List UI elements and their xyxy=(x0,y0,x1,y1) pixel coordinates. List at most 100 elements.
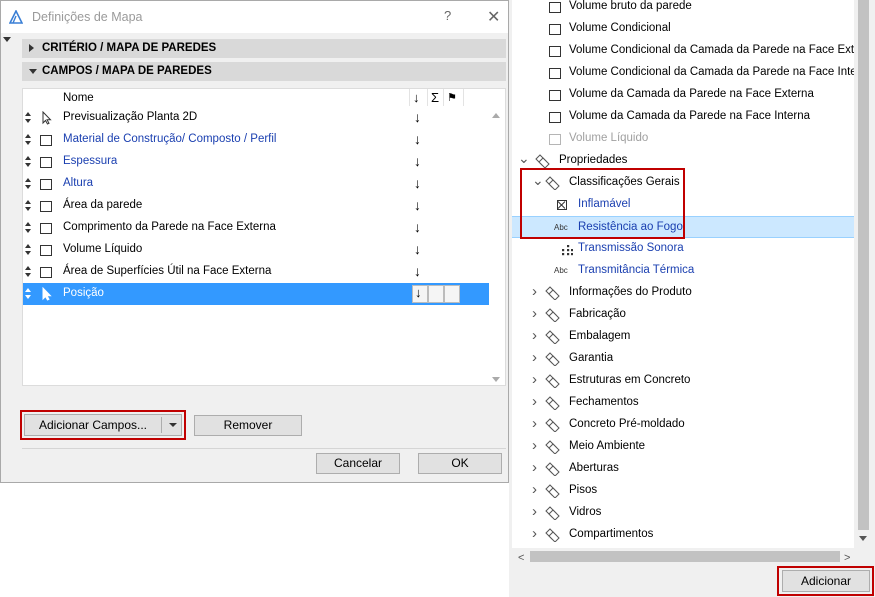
tag-icon xyxy=(545,396,560,410)
tree-item[interactable]: Abc Transmitância Térmica xyxy=(512,260,854,282)
checkbox-icon xyxy=(40,179,52,190)
drag-handle-icon[interactable] xyxy=(25,243,32,257)
sort-arrow-icon[interactable]: ↓ xyxy=(414,241,421,257)
ok-button[interactable]: OK xyxy=(418,453,502,474)
tree-item-label: Propriedades xyxy=(559,154,628,166)
row-label: Material de Construção/ Composto / Perfi… xyxy=(63,133,277,145)
section-campos[interactable]: CAMPOS / MAPA DE PAREDES xyxy=(22,62,506,81)
table-row[interactable]: Área da parede ↓ xyxy=(23,195,489,217)
scroll-thumb[interactable] xyxy=(858,0,869,530)
chevron-right-icon[interactable]: › xyxy=(532,393,537,410)
tree-item-label: Estruturas em Concreto xyxy=(569,374,691,386)
tag-icon xyxy=(545,352,560,366)
sort-arrow-icon[interactable]: ↓ xyxy=(414,109,421,125)
table-row[interactable]: Volume Líquido ↓ xyxy=(23,239,489,261)
scroll-down-icon[interactable] xyxy=(492,377,500,382)
chevron-right-icon[interactable]: › xyxy=(532,371,537,388)
tree-item[interactable]: › Garantia xyxy=(512,348,854,370)
tree-item[interactable]: Volume da Camada da Parede na Face Exter… xyxy=(512,84,854,106)
tree-item[interactable]: Volume Líquido xyxy=(512,128,854,150)
sum-toggle[interactable] xyxy=(428,285,444,303)
scroll-right-icon[interactable]: > xyxy=(844,552,850,564)
tree-item[interactable]: › Aberturas xyxy=(512,458,854,480)
tree-item[interactable]: › Estruturas em Concreto xyxy=(512,370,854,392)
tree-item[interactable]: Volume Condicional xyxy=(512,18,854,40)
tree-item[interactable]: › Meio Ambiente xyxy=(512,436,854,458)
drag-handle-icon[interactable] xyxy=(25,111,32,125)
help-button[interactable]: ? xyxy=(444,8,451,23)
tree-item[interactable]: › Vidros xyxy=(512,502,854,524)
tree-item[interactable]: Volume bruto da parede xyxy=(512,0,854,18)
column-name[interactable]: Nome xyxy=(63,92,94,104)
tag-icon xyxy=(545,484,560,498)
remove-button[interactable]: Remover xyxy=(194,415,302,436)
table-row[interactable]: Material de Construção/ Composto / Perfi… xyxy=(23,129,489,151)
chevron-right-icon[interactable]: › xyxy=(532,327,537,344)
table-row[interactable]: Área de Superfícies Útil na Face Externa… xyxy=(23,261,489,283)
column-divider xyxy=(443,89,444,106)
drag-handle-icon[interactable] xyxy=(25,199,32,213)
chevron-down-icon[interactable]: ⌄ xyxy=(518,150,530,167)
sort-arrow-icon[interactable]: ↓ xyxy=(414,263,421,279)
tree-item[interactable]: › Informações do Produto xyxy=(512,282,854,304)
sort-arrow-icon[interactable]: ↓ xyxy=(414,197,421,213)
panel-collapse-icon[interactable] xyxy=(3,37,11,42)
tree-item-label: Fabricação xyxy=(569,308,626,320)
sort-arrow-icon[interactable]: ↓ xyxy=(414,131,421,147)
drag-handle-icon[interactable] xyxy=(25,133,32,147)
flag-toggle[interactable] xyxy=(444,285,460,303)
table-row[interactable]: Altura ↓ xyxy=(23,173,489,195)
sort-arrow-icon[interactable]: ↓ xyxy=(414,153,421,169)
cancel-button[interactable]: Cancelar xyxy=(316,453,400,474)
tree-item[interactable]: › Pisos xyxy=(512,480,854,502)
drag-handle-icon[interactable] xyxy=(25,221,32,235)
table-row[interactable]: Espessura ↓ xyxy=(23,151,489,173)
chevron-right-icon[interactable]: › xyxy=(532,305,537,322)
section-criterio[interactable]: CRITÉRIO / MAPA DE PAREDES xyxy=(22,39,506,58)
tree-item[interactable]: › Embalagem xyxy=(512,326,854,348)
checkbox-icon xyxy=(40,201,52,212)
chevron-right-icon[interactable]: › xyxy=(532,525,537,542)
chevron-right-icon[interactable]: › xyxy=(532,503,537,520)
table-row[interactable]: Previsualização Planta 2D ↓ xyxy=(23,107,489,129)
tree-item[interactable]: › Fechamentos xyxy=(512,392,854,414)
vertical-scrollbar[interactable] xyxy=(855,0,872,548)
tree-item[interactable]: Volume Condicional da Camada da Parede n… xyxy=(512,40,854,62)
scroll-up-icon[interactable] xyxy=(492,113,500,118)
tree-item[interactable]: Volume da Camada da Parede na Face Inter… xyxy=(512,106,854,128)
tree-item[interactable]: Transmissão Sonora xyxy=(512,238,854,260)
tree-item[interactable]: › Fabricação xyxy=(512,304,854,326)
chevron-right-icon[interactable]: › xyxy=(532,349,537,366)
tag-icon xyxy=(545,506,560,520)
tree-item[interactable]: › Concreto Pré-moldado xyxy=(512,414,854,436)
chevron-right-icon[interactable]: › xyxy=(532,481,537,498)
checkbox-icon xyxy=(549,24,561,35)
sort-arrow-icon[interactable]: ↓ xyxy=(414,219,421,235)
drag-handle-icon[interactable] xyxy=(25,287,32,301)
sort-toggle[interactable]: ↓ xyxy=(412,285,428,303)
chevron-right-icon[interactable]: › xyxy=(532,415,537,432)
scroll-thumb[interactable] xyxy=(530,551,840,562)
chevron-right-icon[interactable]: › xyxy=(532,459,537,476)
scroll-down-icon[interactable] xyxy=(859,536,867,541)
row-label: Volume Líquido xyxy=(63,243,143,255)
map-settings-dialog: Definições de Mapa ? ✕ CRITÉRIO / MAPA D… xyxy=(0,0,509,483)
close-button[interactable]: ✕ xyxy=(487,7,500,27)
tree-item[interactable]: Volume Condicional da Camada da Parede n… xyxy=(512,62,854,84)
drag-handle-icon[interactable] xyxy=(25,177,32,191)
scroll-left-icon[interactable]: < xyxy=(518,552,524,564)
tree-item[interactable]: › Compartimentos xyxy=(512,524,854,546)
table-row[interactable]: Posição ↓ xyxy=(23,283,489,305)
drag-handle-icon[interactable] xyxy=(25,265,32,279)
sort-arrow-icon[interactable]: ↓ xyxy=(414,175,421,191)
fields-tree: Volume bruto da parede Volume Condicional… xyxy=(512,0,854,548)
table-row[interactable]: Comprimento da Parede na Face Externa ↓ xyxy=(23,217,489,239)
column-sort[interactable]: ↓ xyxy=(413,90,420,105)
column-flag[interactable]: ⚑ xyxy=(447,91,457,104)
chevron-right-icon[interactable]: › xyxy=(532,283,537,300)
horizontal-scrollbar[interactable]: < > xyxy=(512,548,854,566)
drag-handle-icon[interactable] xyxy=(25,155,32,169)
checkbox-icon xyxy=(40,135,52,146)
chevron-right-icon[interactable]: › xyxy=(532,437,537,454)
column-sum[interactable]: Σ xyxy=(431,90,439,105)
